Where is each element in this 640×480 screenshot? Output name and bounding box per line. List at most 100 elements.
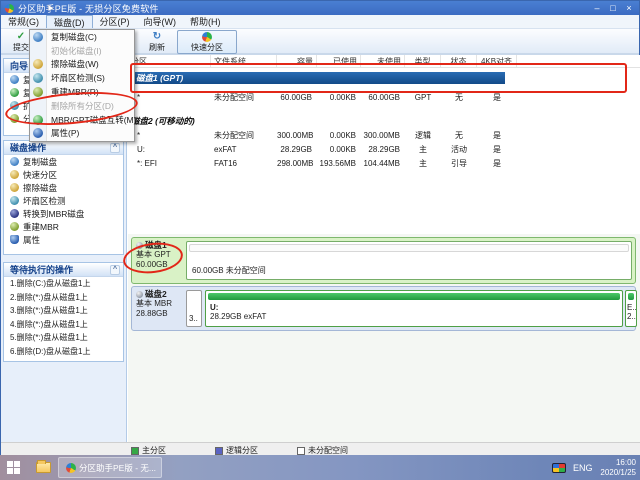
sidebar-item-wipe-disk[interactable]: 擦除磁盘 bbox=[4, 181, 123, 194]
disk2-u-drive-segment[interactable]: U: 28.29GB exFAT bbox=[205, 290, 623, 327]
disk2-seg2-info: 28.29GB exFAT bbox=[210, 312, 266, 321]
disk-map-area: 磁盘1 基本 GPT 60.00GB 60.00GB 未分配空间 磁盘2 基本 … bbox=[128, 234, 640, 442]
table-row-disk1-unallocated[interactable]: * 未分配空间 60.00GB 0.00KB 60.00GB GPT 无 是 bbox=[128, 91, 640, 104]
disk2-name: 磁盘2 bbox=[145, 289, 167, 299]
pending-operation-3[interactable]: 3.删除(*:)盘从磁盘1上 bbox=[4, 304, 123, 318]
copy-disk-icon bbox=[33, 32, 43, 42]
disk2-group-row[interactable]: 磁盘2 (可移动的) bbox=[128, 115, 640, 128]
disk1-group-row-selected[interactable]: 磁盘1 (GPT) bbox=[133, 72, 505, 84]
table-row-disk2-unallocated[interactable]: * 未分配空间 300.00MB 0.00KB 300.00MB 逻辑 无 是 bbox=[128, 129, 640, 142]
col-filesystem[interactable]: 文件系统 bbox=[211, 55, 277, 67]
app-window: 分区助手PE版 - 无损分区免费软件 ▲ – □ × 常规(G) 磁盘(D) 分… bbox=[0, 0, 640, 455]
close-button[interactable]: × bbox=[621, 1, 637, 15]
disk-ops-section-title: 磁盘操作 bbox=[10, 143, 46, 153]
table-row-disk2-u-drive[interactable]: U: exFAT 28.29GB 0.00KB 28.29GB 主 活动 是 bbox=[128, 143, 640, 156]
sidebar-item-convert-to-mbr[interactable]: 转换到MBR磁盘 bbox=[4, 207, 123, 220]
copy-disk-icon bbox=[10, 157, 19, 166]
disk2-unallocated-segment[interactable]: 3.. bbox=[186, 290, 202, 327]
primary-partition-strip bbox=[208, 293, 620, 300]
col-type[interactable]: 类型 bbox=[405, 55, 441, 67]
disk1-unallocated-segment[interactable]: 60.00GB 未分配空间 bbox=[186, 241, 632, 280]
menu-disk[interactable]: 磁盘(D) bbox=[46, 15, 93, 28]
language-indicator[interactable]: ENG bbox=[573, 463, 593, 473]
disk-operations-section: 磁盘操作 ^ 复制磁盘 快速分区 擦除磁盘 坏扇区检测 转换到MBR磁盘 重建M… bbox=[3, 140, 124, 255]
pending-operations-section: 等待执行的操作 ^ 1.删除(C:)盘从磁盘1上 2.删除(*:)盘从磁盘1上 … bbox=[3, 262, 124, 362]
primary-partition-strip bbox=[628, 293, 634, 300]
segment-header-strip bbox=[189, 244, 629, 252]
title-bar: 分区助手PE版 - 无损分区免费软件 ▲ – □ × bbox=[1, 1, 639, 15]
pending-operation-6[interactable]: 6.删除(D:)盘从磁盘1上 bbox=[4, 345, 123, 359]
unallocated-swatch bbox=[297, 447, 305, 455]
app-logo-icon bbox=[66, 463, 76, 473]
start-button[interactable] bbox=[7, 461, 20, 474]
bad-sector-test-icon bbox=[10, 196, 19, 205]
properties-icon bbox=[33, 128, 43, 138]
wizard-section-title: 向导 bbox=[10, 61, 28, 71]
pending-operation-4[interactable]: 4.删除(*:)盘从磁盘1上 bbox=[4, 318, 123, 332]
col-used[interactable]: 已使用 bbox=[317, 55, 361, 67]
menu-item-copy-disk[interactable]: 复制磁盘(C) bbox=[30, 30, 134, 44]
file-explorer-icon[interactable] bbox=[36, 462, 51, 473]
wipe-disk-icon bbox=[10, 183, 19, 192]
maximize-button[interactable]: □ bbox=[605, 1, 621, 15]
col-unused[interactable]: 未使用 bbox=[361, 55, 405, 67]
disk2-efi-segment[interactable]: E.. 2.. bbox=[625, 290, 637, 327]
disk2-panel[interactable]: 磁盘2 基本 MBR 28.88GB 3.. U: 28.29GB exFAT … bbox=[131, 286, 636, 331]
menu-help[interactable]: 帮助(H) bbox=[183, 15, 228, 28]
menu-item-rebuild-mbr[interactable]: 重建MBR(R) bbox=[30, 85, 134, 99]
menu-partition[interactable]: 分区(P) bbox=[93, 15, 137, 28]
menu-item-bad-sector-test[interactable]: 坏扇区检测(S) bbox=[30, 71, 134, 85]
properties-icon bbox=[10, 235, 19, 244]
collapse-icon[interactable]: ^ bbox=[110, 265, 120, 275]
menu-general[interactable]: 常规(G) bbox=[1, 15, 46, 28]
menu-item-mbr-gpt-convert[interactable]: MBR/GPT磁盘互转(M) bbox=[30, 113, 134, 127]
input-method-icon[interactable] bbox=[552, 463, 566, 473]
pending-operation-1[interactable]: 1.删除(C:)盘从磁盘1上 bbox=[4, 277, 123, 291]
rebuild-mbr-icon bbox=[10, 222, 19, 231]
date: 2020/1/25 bbox=[600, 468, 636, 478]
extend-partition-wizard-icon bbox=[10, 101, 19, 110]
convert-to-mbr-icon bbox=[10, 209, 19, 218]
legend-bar: 主分区 逻辑分区 未分配空间 bbox=[1, 442, 640, 455]
copy-partition-wizard-icon bbox=[10, 88, 19, 97]
clock[interactable]: 16:00 2020/1/25 bbox=[600, 458, 636, 477]
menu-item-delete-all-partitions: 删除所有分区(D) bbox=[30, 99, 134, 113]
col-4k-aligned[interactable]: 4KB对齐 bbox=[477, 55, 517, 67]
pending-section-title: 等待执行的操作 bbox=[10, 265, 73, 275]
partition-recovery-wizard-icon bbox=[10, 114, 19, 123]
check-icon: ✓ bbox=[17, 32, 25, 42]
disk2-seg3-info: 2.. bbox=[627, 312, 636, 321]
disk1-panel[interactable]: 磁盘1 基本 GPT 60.00GB 60.00GB 未分配空间 bbox=[131, 237, 636, 284]
sidebar-item-rebuild-mbr[interactable]: 重建MBR bbox=[4, 220, 123, 233]
sidebar-item-properties[interactable]: 属性 bbox=[4, 233, 123, 246]
disk2-seg1-label: 3.. bbox=[189, 314, 198, 323]
table-row-disk2-efi[interactable]: *: EFI FAT16 298.00MB 193.56MB 104.44MB … bbox=[128, 157, 640, 170]
disk-icon bbox=[136, 242, 143, 249]
sidebar-item-quick-partition[interactable]: 快速分区 bbox=[4, 168, 123, 181]
menu-item-properties[interactable]: 属性(P) bbox=[30, 127, 134, 141]
logical-partition-swatch bbox=[215, 447, 223, 455]
minimize-button[interactable]: – bbox=[589, 1, 605, 15]
refresh-button[interactable]: ↻ 刷新 bbox=[141, 30, 173, 54]
col-status[interactable]: 状态 bbox=[441, 55, 477, 67]
quick-partition-icon bbox=[10, 170, 19, 179]
taskbar-app-button[interactable]: 分区助手PE版 - 无... bbox=[58, 457, 162, 478]
disk2-seg2-drive: U: bbox=[210, 303, 218, 312]
disk2-size: 28.88GB bbox=[136, 309, 186, 319]
pending-operation-2[interactable]: 2.删除(*:)盘从磁盘1上 bbox=[4, 291, 123, 305]
bad-sector-test-icon bbox=[33, 73, 43, 83]
wipe-disk-icon bbox=[33, 59, 43, 69]
disk2-seg3-drive: E.. bbox=[627, 303, 637, 312]
sidebar-item-bad-sector-test[interactable]: 坏扇区检测 bbox=[4, 194, 123, 207]
menu-wizard[interactable]: 向导(W) bbox=[137, 15, 184, 28]
sidebar-item-copy-disk[interactable]: 复制磁盘 bbox=[4, 155, 123, 168]
table-header-row: 分区 文件系统 容量 已使用 未使用 类型 状态 4KB对齐 bbox=[128, 55, 640, 68]
col-capacity[interactable]: 容量 bbox=[277, 55, 317, 67]
collapse-icon[interactable]: ^ bbox=[110, 143, 120, 153]
quick-partition-button[interactable]: 快速分区 bbox=[177, 30, 237, 54]
taskbar: 分区助手PE版 - 无... ENG 16:00 2020/1/25 bbox=[0, 455, 640, 480]
col-partition[interactable]: 分区 bbox=[128, 55, 211, 67]
pending-operation-5[interactable]: 5.删除(*:)盘从磁盘1上 bbox=[4, 331, 123, 345]
menu-item-wipe-disk[interactable]: 擦除磁盘(W) bbox=[30, 58, 134, 72]
mbr-gpt-convert-icon bbox=[33, 115, 43, 125]
